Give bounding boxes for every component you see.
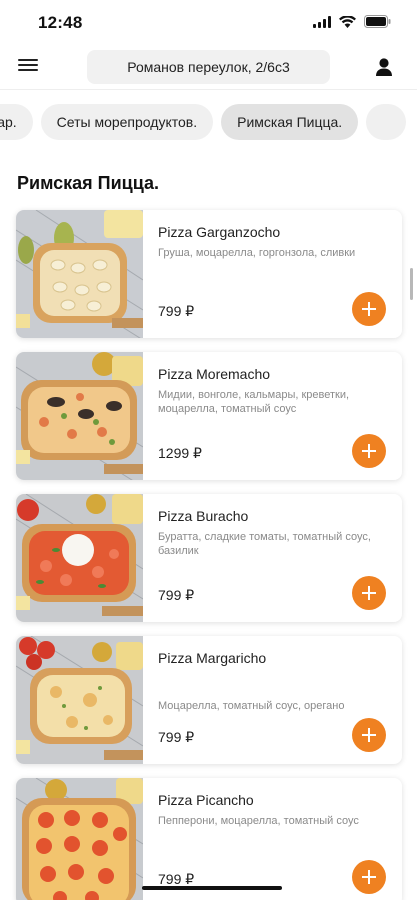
category-chip-seafood-sets[interactable]: Сеты морепродуктов. xyxy=(40,104,214,140)
product-card[interactable]: Pizza Garganzocho Груша, моцарелла, горг… xyxy=(16,210,402,338)
app-header: Романов переулок, 2/6с3 xyxy=(0,44,417,90)
profile-icon[interactable] xyxy=(373,56,395,78)
product-description: Пепперони, моцарелла, томатный соус xyxy=(158,815,359,827)
product-description: Буратта, сладкие томаты, томатный соус, … xyxy=(158,531,371,557)
plus-icon xyxy=(362,728,376,742)
product-image xyxy=(16,494,143,622)
add-to-cart-button[interactable] xyxy=(352,576,386,610)
product-image xyxy=(16,778,143,900)
add-to-cart-button[interactable] xyxy=(352,860,386,894)
product-name: Pizza Margaricho xyxy=(158,650,267,666)
product-name: Pizza Picancho xyxy=(158,792,254,808)
product-card[interactable]: Pizza Picancho Пепперони, моцарелла, том… xyxy=(16,778,402,900)
section-title: Римская Пицца. xyxy=(17,173,160,193)
plus-icon xyxy=(362,586,376,600)
product-image xyxy=(16,210,143,338)
product-description: Мидии, вонголе, кальмары, креветки, моца… xyxy=(158,389,350,415)
product-card[interactable]: Pizza Moremacho Мидии, вонголе, кальмары… xyxy=(16,352,402,480)
category-chip-next[interactable] xyxy=(366,104,407,140)
product-price: 799 ₽ xyxy=(158,729,195,745)
status-icons xyxy=(313,15,391,28)
product-name: Pizza Moremacho xyxy=(158,366,271,382)
battery-icon xyxy=(364,15,391,28)
hamburger-menu-icon[interactable] xyxy=(18,56,40,78)
scroll-indicator[interactable] xyxy=(410,268,413,300)
category-chip-bar[interactable]: Бар. xyxy=(0,104,33,140)
product-name: Pizza Buracho xyxy=(158,508,249,524)
add-to-cart-button[interactable] xyxy=(352,434,386,468)
product-price: 1299 ₽ xyxy=(158,445,202,461)
delivery-address-button[interactable]: Романов переулок, 2/6с3 xyxy=(87,50,330,84)
add-to-cart-button[interactable] xyxy=(352,718,386,752)
status-bar: 12:48 xyxy=(0,0,417,44)
plus-icon xyxy=(362,302,376,316)
product-list: Pizza Garganzocho Груша, моцарелла, горг… xyxy=(16,210,402,900)
plus-icon xyxy=(362,870,376,884)
signal-icon xyxy=(313,15,331,28)
product-image xyxy=(16,636,143,764)
plus-icon xyxy=(362,444,376,458)
category-chip-roman-pizza[interactable]: Римская Пицца. xyxy=(221,104,359,140)
product-card[interactable]: Pizza Buracho Буратта, сладкие томаты, т… xyxy=(16,494,402,622)
product-price: 799 ₽ xyxy=(158,587,195,603)
add-to-cart-button[interactable] xyxy=(352,292,386,326)
product-price: 799 ₽ xyxy=(158,303,195,319)
product-description: Моцарелла, томатный соус, орегано xyxy=(158,700,345,712)
product-description: Груша, моцарелла, горгонзола, сливки xyxy=(158,247,356,259)
product-name: Pizza Garganzocho xyxy=(158,224,281,240)
status-time: 12:48 xyxy=(38,13,83,32)
product-card[interactable]: Pizza Margaricho Моцарелла, томатный соу… xyxy=(16,636,402,764)
product-image xyxy=(16,352,143,480)
wifi-icon xyxy=(339,15,356,28)
home-indicator[interactable] xyxy=(142,886,282,890)
category-tabs: Бар. Сеты морепродуктов. Римская Пицца. xyxy=(0,104,417,140)
